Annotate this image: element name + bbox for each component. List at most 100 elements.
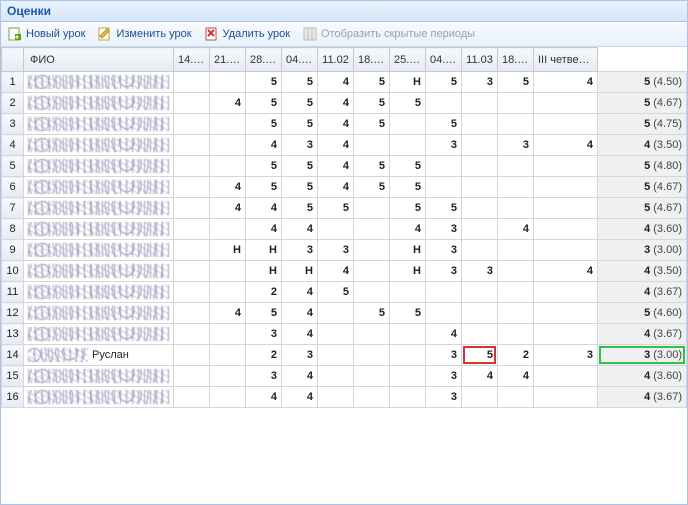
grade-cell[interactable]: 4	[498, 366, 534, 387]
summary-cell[interactable]: 4 (3.67)	[598, 282, 687, 303]
summary-cell[interactable]: 5 (4.60)	[598, 303, 687, 324]
grade-cell[interactable]	[210, 261, 246, 282]
grade-cell[interactable]	[210, 324, 246, 345]
summary-cell[interactable]: 5 (4.80)	[598, 156, 687, 177]
grade-cell[interactable]	[174, 219, 210, 240]
grade-cell[interactable]: 5	[282, 72, 318, 93]
summary-cell[interactable]: 3 (3.00)	[598, 240, 687, 261]
grade-cell[interactable]: 4	[318, 177, 354, 198]
student-name-cell[interactable]	[24, 366, 174, 387]
col-date-1[interactable]: 21.01	[210, 48, 246, 72]
grade-cell[interactable]	[318, 324, 354, 345]
grade-cell[interactable]: 3	[246, 324, 282, 345]
grade-cell[interactable]	[318, 345, 354, 366]
grade-cell[interactable]	[174, 324, 210, 345]
grade-cell[interactable]	[534, 156, 598, 177]
grade-cell[interactable]	[210, 114, 246, 135]
grade-cell[interactable]: 5	[390, 198, 426, 219]
grade-cell[interactable]	[462, 156, 498, 177]
summary-cell[interactable]: 5 (4.50)	[598, 72, 687, 93]
grade-cell[interactable]: 4	[534, 135, 598, 156]
grade-cell[interactable]	[534, 219, 598, 240]
grade-cell[interactable]: 4	[282, 219, 318, 240]
grade-cell[interactable]: 3	[426, 387, 462, 408]
grade-cell[interactable]	[354, 135, 390, 156]
summary-cell[interactable]: 3 (3.00)	[598, 345, 687, 366]
col-date-5[interactable]: 18.02	[354, 48, 390, 72]
student-name-cell[interactable]	[24, 219, 174, 240]
grade-cell[interactable]: 5	[318, 198, 354, 219]
col-date-3[interactable]: 04.02	[282, 48, 318, 72]
grade-cell[interactable]: 3	[282, 135, 318, 156]
grade-cell[interactable]: 5	[282, 114, 318, 135]
grade-cell[interactable]: 3	[426, 135, 462, 156]
table-row[interactable]: 15343444 (3.60)	[2, 366, 687, 387]
col-date-6[interactable]: 25.02	[390, 48, 426, 72]
grade-cell[interactable]: 4	[282, 303, 318, 324]
grade-cell[interactable]	[390, 387, 426, 408]
grade-cell[interactable]: 5	[390, 303, 426, 324]
grade-cell[interactable]: 4	[426, 324, 462, 345]
grade-cell[interactable]	[534, 303, 598, 324]
grade-cell[interactable]	[462, 177, 498, 198]
table-row[interactable]: 44343344 (3.50)	[2, 135, 687, 156]
grade-cell[interactable]: 5	[318, 282, 354, 303]
grade-cell[interactable]	[390, 366, 426, 387]
grade-cell[interactable]: 4	[246, 198, 282, 219]
grade-cell[interactable]: 5	[246, 72, 282, 93]
grade-cell[interactable]	[354, 345, 390, 366]
table-row[interactable]: 5554555 (4.80)	[2, 156, 687, 177]
grade-cell[interactable]	[210, 282, 246, 303]
edit-lesson-button[interactable]: Изменить урок	[97, 26, 191, 42]
grade-cell[interactable]	[354, 387, 390, 408]
col-date-9[interactable]: 18.03	[498, 48, 534, 72]
grade-cell[interactable]	[534, 366, 598, 387]
table-row[interactable]: 15545Н53545 (4.50)	[2, 72, 687, 93]
grade-cell[interactable]: 5	[246, 114, 282, 135]
grade-cell[interactable]: 4	[318, 156, 354, 177]
grade-cell[interactable]	[174, 366, 210, 387]
grade-cell[interactable]	[354, 324, 390, 345]
student-name-cell[interactable]	[24, 387, 174, 408]
grade-cell[interactable]	[534, 93, 598, 114]
grade-cell[interactable]: Н	[390, 261, 426, 282]
table-row[interactable]: 12454555 (4.60)	[2, 303, 687, 324]
grade-cell[interactable]	[462, 303, 498, 324]
grade-cell[interactable]: 3	[462, 72, 498, 93]
grade-cell[interactable]	[318, 387, 354, 408]
grade-cell[interactable]: 5	[426, 198, 462, 219]
grade-cell[interactable]: 4	[318, 261, 354, 282]
grade-cell[interactable]: 5	[246, 93, 282, 114]
new-lesson-button[interactable]: Новый урок	[7, 26, 85, 42]
grade-cell[interactable]	[390, 114, 426, 135]
grade-cell[interactable]: 5	[390, 177, 426, 198]
summary-cell[interactable]: 4 (3.67)	[598, 324, 687, 345]
col-date-8[interactable]: 11.03	[462, 48, 498, 72]
grade-cell[interactable]	[534, 387, 598, 408]
grade-cell[interactable]	[498, 198, 534, 219]
grade-cell[interactable]	[534, 198, 598, 219]
table-row[interactable]: 112454 (3.67)	[2, 282, 687, 303]
grade-cell[interactable]	[390, 345, 426, 366]
grade-cell[interactable]	[426, 177, 462, 198]
col-date-2[interactable]: 28.01	[246, 48, 282, 72]
student-name-cell[interactable]	[24, 282, 174, 303]
grade-cell[interactable]: 4	[498, 219, 534, 240]
grade-cell[interactable]	[318, 303, 354, 324]
col-date-0[interactable]: 14.01	[174, 48, 210, 72]
grade-cell[interactable]	[174, 387, 210, 408]
grade-cell[interactable]: 3	[318, 240, 354, 261]
grade-cell[interactable]	[462, 282, 498, 303]
grade-cell[interactable]	[210, 387, 246, 408]
grade-cell[interactable]	[534, 324, 598, 345]
grade-cell[interactable]: 2	[246, 282, 282, 303]
grade-cell[interactable]: 3	[282, 345, 318, 366]
grade-cell[interactable]	[462, 387, 498, 408]
grade-cell[interactable]	[390, 135, 426, 156]
grade-cell[interactable]	[174, 282, 210, 303]
grade-cell[interactable]	[354, 240, 390, 261]
grade-cell[interactable]	[174, 198, 210, 219]
table-row[interactable]: 9НН33Н33 (3.00)	[2, 240, 687, 261]
student-name-cell[interactable]	[24, 177, 174, 198]
grade-cell[interactable]: 4	[282, 282, 318, 303]
